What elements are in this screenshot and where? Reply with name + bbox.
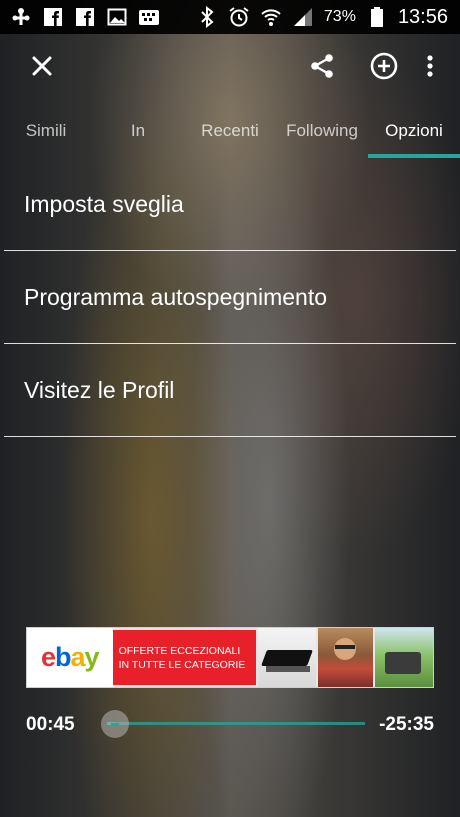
notification-icons bbox=[0, 6, 160, 28]
share-button[interactable] bbox=[300, 46, 344, 90]
ad-product-image-scanner bbox=[257, 628, 316, 687]
status-clock: 13:56 bbox=[397, 5, 448, 28]
facebook-icon bbox=[42, 6, 64, 28]
gallery-icon bbox=[106, 6, 128, 28]
tab-following[interactable]: Following bbox=[276, 104, 368, 158]
add-circle-icon bbox=[370, 52, 398, 85]
seek-bar[interactable] bbox=[107, 722, 365, 725]
facebook-icon bbox=[74, 6, 96, 28]
battery-percentage: 73% bbox=[323, 8, 356, 25]
battery-icon bbox=[366, 6, 388, 28]
more-vert-icon bbox=[426, 54, 434, 83]
alarm-icon bbox=[228, 6, 250, 28]
options-menu: Imposta sveglia Programma autospegniment… bbox=[4, 158, 456, 437]
share-icon bbox=[309, 53, 335, 84]
add-button[interactable] bbox=[362, 46, 406, 90]
ebay-logo: ebay bbox=[27, 628, 113, 687]
menu-item-visit-profile[interactable]: Visitez le Profil bbox=[4, 344, 456, 437]
seek-thumb-core bbox=[110, 722, 119, 726]
status-bar: 73% 13:56 bbox=[0, 0, 460, 34]
tab-recenti[interactable]: Recenti bbox=[184, 104, 276, 158]
usb-debug-icon bbox=[10, 6, 32, 28]
ad-banner[interactable]: ebay OFFERTE ECCEZIONALI IN TUTTE LE CAT… bbox=[26, 627, 434, 688]
remaining-time: -25:35 bbox=[379, 714, 434, 735]
ad-product-image-garden bbox=[375, 628, 433, 687]
system-icons: 73% 13:56 bbox=[196, 6, 460, 29]
tab-in[interactable]: In bbox=[92, 104, 184, 158]
seek-thumb[interactable] bbox=[100, 710, 129, 738]
elapsed-time: 00:45 bbox=[26, 714, 75, 735]
tab-opzioni[interactable]: Opzioni bbox=[368, 104, 460, 158]
signal-icon bbox=[292, 6, 314, 28]
tab-simili[interactable]: Simili bbox=[0, 104, 92, 158]
menu-item-sleep-timer[interactable]: Programma autospegnimento bbox=[4, 251, 456, 344]
player-toolbar bbox=[0, 34, 460, 102]
bluetooth-icon bbox=[196, 6, 218, 28]
tab-bar: Simili In Recenti Following Opzioni bbox=[0, 104, 460, 158]
more-options-button[interactable] bbox=[408, 46, 452, 90]
ad-offer-text: OFFERTE ECCEZIONALI IN TUTTE LE CATEGORI… bbox=[112, 630, 256, 685]
wifi-icon bbox=[260, 6, 282, 28]
close-icon bbox=[30, 54, 54, 83]
bbm-icon bbox=[138, 6, 160, 28]
menu-item-set-alarm[interactable]: Imposta sveglia bbox=[4, 158, 456, 251]
ad-product-image-person bbox=[317, 628, 374, 687]
player-progress: 00:45 -25:35 bbox=[0, 700, 460, 750]
close-button[interactable] bbox=[20, 46, 64, 90]
